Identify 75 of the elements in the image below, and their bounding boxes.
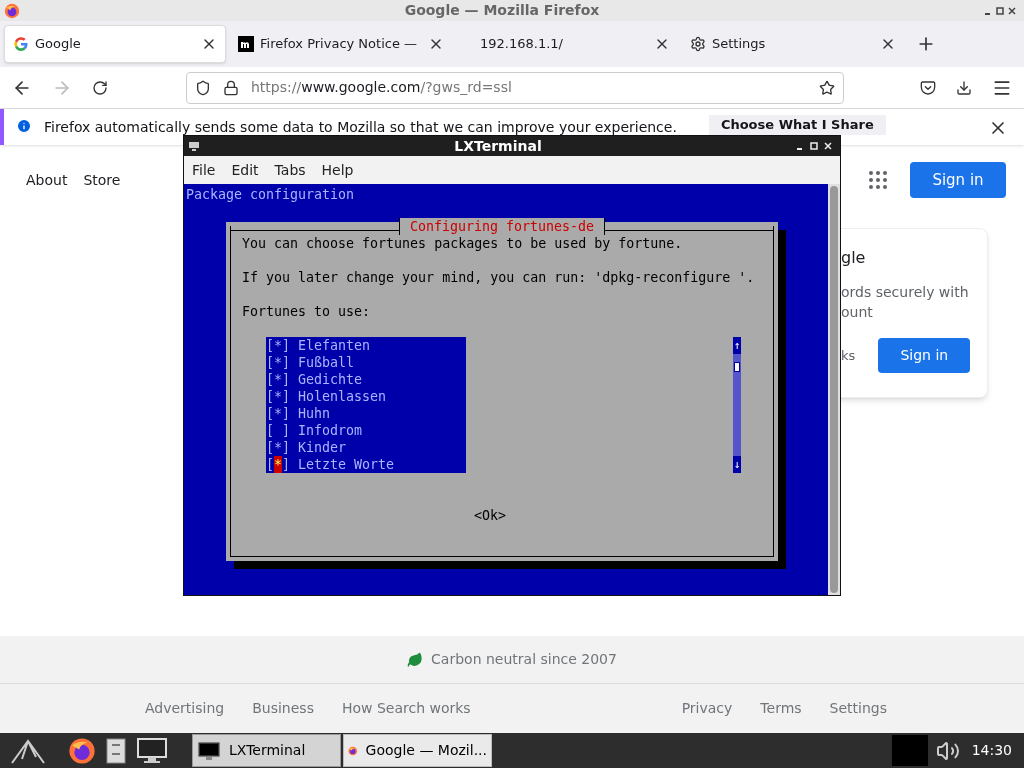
- browser-tab[interactable]: Firefox Privacy Notice —: [230, 25, 452, 63]
- footer-link[interactable]: Terms: [760, 698, 802, 719]
- pocket-icon[interactable]: [920, 79, 936, 96]
- monitor-icon: [197, 740, 221, 761]
- dialog-title: Configuring fortunes-de: [398, 218, 606, 235]
- task-label: LXTerminal: [229, 741, 306, 760]
- footer-link[interactable]: Advertising: [145, 698, 225, 719]
- url-text: https://www.google.com/?gws_rd=ssl: [251, 78, 513, 97]
- firefox-icon: [4, 2, 20, 19]
- choose-share-button[interactable]: Choose What I Share: [708, 115, 886, 135]
- bookmark-star-icon[interactable]: [819, 79, 835, 96]
- monitor-icon[interactable]: [136, 736, 168, 765]
- checklist-item[interactable]: [*] Kinder: [266, 439, 466, 456]
- tab-title: Settings: [712, 35, 767, 54]
- mozilla-icon: [238, 36, 254, 52]
- checklist-item[interactable]: [*] Holenlassen: [266, 388, 466, 405]
- scroll-thumb[interactable]: [734, 362, 740, 372]
- google-icon: [13, 36, 29, 52]
- checklist-item[interactable]: [*] Letzte Worte: [266, 456, 466, 473]
- checklist-item[interactable]: [*] Fußball: [266, 354, 466, 371]
- window-title: Google — Mozilla Firefox: [403, 1, 601, 20]
- notification-text: Firefox automatically sends some data to Mozilla so that we can improve your experience.: [44, 118, 677, 137]
- close-icon[interactable]: [1008, 6, 1016, 15]
- menu-item[interactable]: File: [192, 159, 216, 181]
- lock-icon: [223, 79, 239, 96]
- footer-link[interactable]: Settings: [829, 698, 887, 719]
- terminal-header: Package configuration: [185, 186, 356, 203]
- terminal-icon: [188, 140, 200, 152]
- footer-link[interactable]: Business: [252, 698, 314, 719]
- tab-title: Google: [35, 35, 82, 54]
- checklist-item[interactable]: [*] Gedichte: [266, 371, 466, 388]
- download-icon[interactable]: [956, 79, 972, 96]
- nav-link[interactable]: Store: [83, 169, 121, 191]
- sign-in-button[interactable]: Sign in: [910, 162, 1006, 198]
- shield-icon: [195, 79, 211, 96]
- apps-grid-icon[interactable]: [869, 171, 887, 189]
- maximize-icon[interactable]: [996, 6, 1004, 15]
- browser-tab[interactable]: 192.168.1.1/: [456, 25, 678, 63]
- task-label: Google — Mozil...: [365, 741, 487, 760]
- menu-item[interactable]: Help: [321, 159, 354, 181]
- settings-icon: [690, 36, 706, 52]
- list-scrollbar[interactable]: ↑ ↓: [733, 337, 741, 473]
- carbon-text: Carbon neutral since 2007: [431, 650, 617, 669]
- footer-link[interactable]: Privacy: [681, 698, 733, 719]
- sign-in-button[interactable]: Sign in: [878, 338, 971, 373]
- tab-title: Firefox Privacy Notice —: [260, 35, 419, 54]
- ok-button[interactable]: <Ok>: [474, 507, 506, 524]
- card-link[interactable]: ks: [841, 345, 856, 366]
- menu-item[interactable]: Edit: [231, 159, 259, 181]
- browser-tab[interactable]: Settings: [682, 25, 904, 63]
- dialog-text: You can choose fortunes packages to be used by fortune.: [242, 235, 684, 252]
- info-icon: [16, 118, 32, 134]
- tab-title: 192.168.1.1/: [479, 35, 564, 54]
- taskbar-button[interactable]: Google — Mozil...: [343, 734, 492, 767]
- checklist-item[interactable]: [*] Huhn: [266, 405, 466, 422]
- file-cabinet-icon[interactable]: [104, 736, 128, 765]
- dialog-text: If you later change your mind, you can run: 'dpkg-reconfigure '.: [242, 269, 756, 286]
- window-title: LXTerminal: [453, 136, 543, 156]
- checklist-item[interactable]: [ ] Infodrom: [266, 422, 466, 439]
- nav-link[interactable]: About: [26, 169, 68, 191]
- terminal-scrollbar[interactable]: [828, 184, 840, 595]
- firefox-icon: [68, 736, 96, 765]
- dialog-text: Fortunes to use:: [242, 303, 372, 320]
- footer-link[interactable]: How Search works: [341, 698, 471, 719]
- address-field[interactable]: https://www.google.com/?gws_rd=ssl: [186, 71, 844, 104]
- reload-icon[interactable]: [92, 79, 108, 96]
- leaf-icon: [407, 651, 424, 668]
- taskbar-button[interactable]: LXTerminal: [192, 734, 341, 767]
- browser-tab[interactable]: Google: [4, 25, 226, 63]
- card-text: ount: [841, 303, 874, 322]
- menu-item[interactable]: Tabs: [274, 159, 306, 181]
- clock: 14:30: [971, 741, 1012, 760]
- checklist-item[interactable]: [*] Elefanten: [266, 337, 466, 354]
- card-title: gle: [841, 247, 867, 269]
- card-text: ords securely with: [841, 283, 970, 302]
